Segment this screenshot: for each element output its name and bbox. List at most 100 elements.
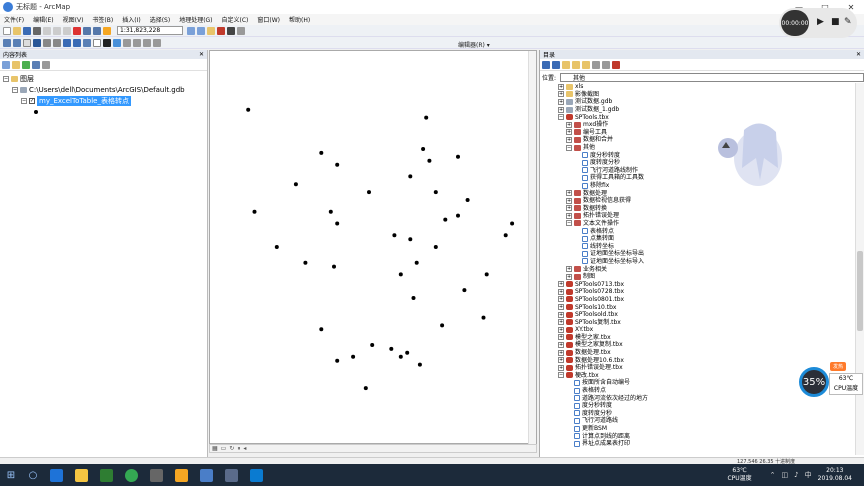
add-data-icon[interactable] [103, 26, 111, 35]
options-icon[interactable] [42, 60, 50, 69]
expand-icon[interactable]: + [558, 91, 564, 98]
expand-icon[interactable]: + [558, 334, 564, 341]
editor-menu[interactable]: 编辑器(R) ▾ [458, 40, 490, 49]
paste-icon[interactable] [63, 26, 71, 35]
undo-icon[interactable] [83, 26, 91, 35]
new-icon[interactable] [3, 26, 11, 35]
redo-icon[interactable] [93, 26, 101, 35]
menu-edit[interactable]: 编辑(E) [33, 15, 53, 24]
menu-file[interactable]: 文件(F) [4, 15, 24, 24]
toc-layer-row[interactable]: − ✓ my_ExcelToTable_表格转点 [0, 95, 207, 106]
html-popup-icon[interactable] [153, 38, 161, 47]
map-point[interactable] [319, 327, 324, 332]
cut-icon[interactable] [43, 26, 51, 35]
catalog-item[interactable]: + SPTools0801.tbx [540, 296, 856, 304]
map-point[interactable] [465, 198, 470, 202]
map-canvas[interactable] [210, 51, 528, 443]
expand-icon[interactable]: + [558, 288, 564, 295]
expand-icon[interactable]: + [566, 121, 572, 128]
views-icon[interactable] [602, 60, 610, 69]
toc-close-icon[interactable]: ✕ [199, 51, 204, 58]
clear-selection-icon[interactable] [93, 38, 101, 47]
map-point[interactable] [335, 221, 340, 226]
scrollbar-thumb[interactable] [857, 251, 863, 331]
list-by-selection-icon[interactable] [32, 60, 40, 69]
python-icon[interactable] [227, 26, 235, 35]
catalog-item[interactable]: 更新BSM [540, 425, 856, 433]
menu-help[interactable]: 帮助(H) [289, 15, 310, 24]
catalog-item[interactable]: 度分秒转度 [540, 151, 856, 159]
catalog-item[interactable]: 度分秒转度 [540, 402, 856, 410]
catalog-item[interactable]: 计算点到线的距离 [540, 432, 856, 440]
map-point[interactable] [440, 323, 445, 328]
catalog-item[interactable]: 表格转点 [540, 227, 856, 235]
map-point[interactable] [408, 237, 413, 242]
expand-icon[interactable]: + [558, 326, 564, 333]
catalog-item[interactable]: 飞行河道路线制作 [540, 167, 856, 175]
map-point[interactable] [481, 315, 486, 320]
expand-icon[interactable]: + [558, 349, 564, 356]
catalog-item[interactable]: + SPTools复制.tbx [540, 318, 856, 326]
arcmap-taskbar-icon[interactable] [225, 468, 238, 482]
map-point[interactable] [328, 209, 333, 214]
expand-icon[interactable]: + [558, 281, 564, 288]
collapse-icon[interactable]: − [12, 86, 18, 93]
collapse-icon[interactable]: − [21, 97, 27, 104]
network-icon[interactable]: ◫ [782, 471, 789, 479]
list-by-drawing-order-icon[interactable] [2, 60, 10, 69]
select-elements-icon[interactable] [103, 38, 111, 47]
collapse-icon[interactable]: − [566, 144, 572, 151]
catalog-item[interactable]: + SPTools10.tbx [540, 303, 856, 311]
menu-selection[interactable]: 选择(S) [150, 15, 171, 24]
identify-icon[interactable] [113, 38, 121, 47]
data-view-icon[interactable]: ▦ [212, 445, 218, 452]
map-point[interactable] [293, 182, 298, 187]
scale-input[interactable]: 1:31,823,228 [117, 26, 183, 35]
catalog-vertical-scrollbar[interactable] [855, 83, 864, 455]
catalog-item[interactable]: 证地面坐标坐标导出 [540, 250, 856, 258]
expand-icon[interactable]: + [558, 106, 564, 113]
expand-icon[interactable]: + [558, 341, 564, 348]
map-point[interactable] [484, 272, 489, 277]
layer-visibility-checkbox[interactable]: ✓ [29, 97, 35, 104]
expand-icon[interactable]: + [558, 357, 564, 364]
map-point[interactable] [398, 354, 403, 359]
refresh-icon[interactable]: ↻ [229, 445, 234, 452]
delete-icon[interactable] [73, 26, 81, 35]
map-point[interactable] [335, 358, 340, 363]
map-point[interactable] [405, 350, 410, 355]
catalog-item[interactable]: + 数据处理.tbx [540, 349, 856, 357]
home-icon[interactable] [562, 60, 570, 69]
catalog-item[interactable]: + 测试数据_1.gdb [540, 106, 856, 114]
expand-icon[interactable]: + [558, 311, 564, 318]
catalog-item[interactable]: − 文本文件操作 [540, 220, 856, 228]
map-point[interactable] [433, 245, 438, 249]
map-point[interactable] [411, 296, 416, 300]
map-point[interactable] [462, 288, 467, 293]
chrome-icon[interactable] [125, 468, 138, 482]
map-point[interactable] [398, 272, 403, 277]
toolbox-icon[interactable] [612, 60, 620, 69]
search-icon[interactable]: ○ [22, 464, 44, 486]
map-point[interactable] [456, 213, 460, 218]
scroll-left-icon[interactable]: ◂ [243, 445, 246, 452]
expand-icon[interactable]: + [558, 364, 564, 371]
catalog-item[interactable]: + 数据检视信息获得 [540, 197, 856, 205]
pause-icon[interactable]: ⏸ [237, 445, 240, 453]
catalog-item[interactable]: 获得工具箱的工具数 [540, 174, 856, 182]
modelbuilder-icon[interactable] [237, 26, 245, 35]
expand-icon[interactable]: + [566, 273, 572, 280]
file-explorer-icon[interactable] [75, 468, 88, 482]
map-point[interactable] [433, 190, 438, 195]
expand-icon[interactable]: + [558, 304, 564, 311]
expand-icon[interactable]: + [558, 319, 564, 326]
map-point[interactable] [389, 346, 394, 351]
disconnect-folder-icon[interactable] [592, 60, 600, 69]
catalog-item[interactable]: + 测试数据.gdb [540, 98, 856, 106]
map-point[interactable] [367, 190, 371, 195]
volume-icon[interactable]: ♪ [794, 471, 798, 479]
catalog-item[interactable]: 证地面坐标坐标导入 [540, 258, 856, 266]
copy-icon[interactable] [53, 26, 61, 35]
map-point[interactable] [408, 174, 413, 179]
map-point[interactable] [351, 354, 356, 359]
